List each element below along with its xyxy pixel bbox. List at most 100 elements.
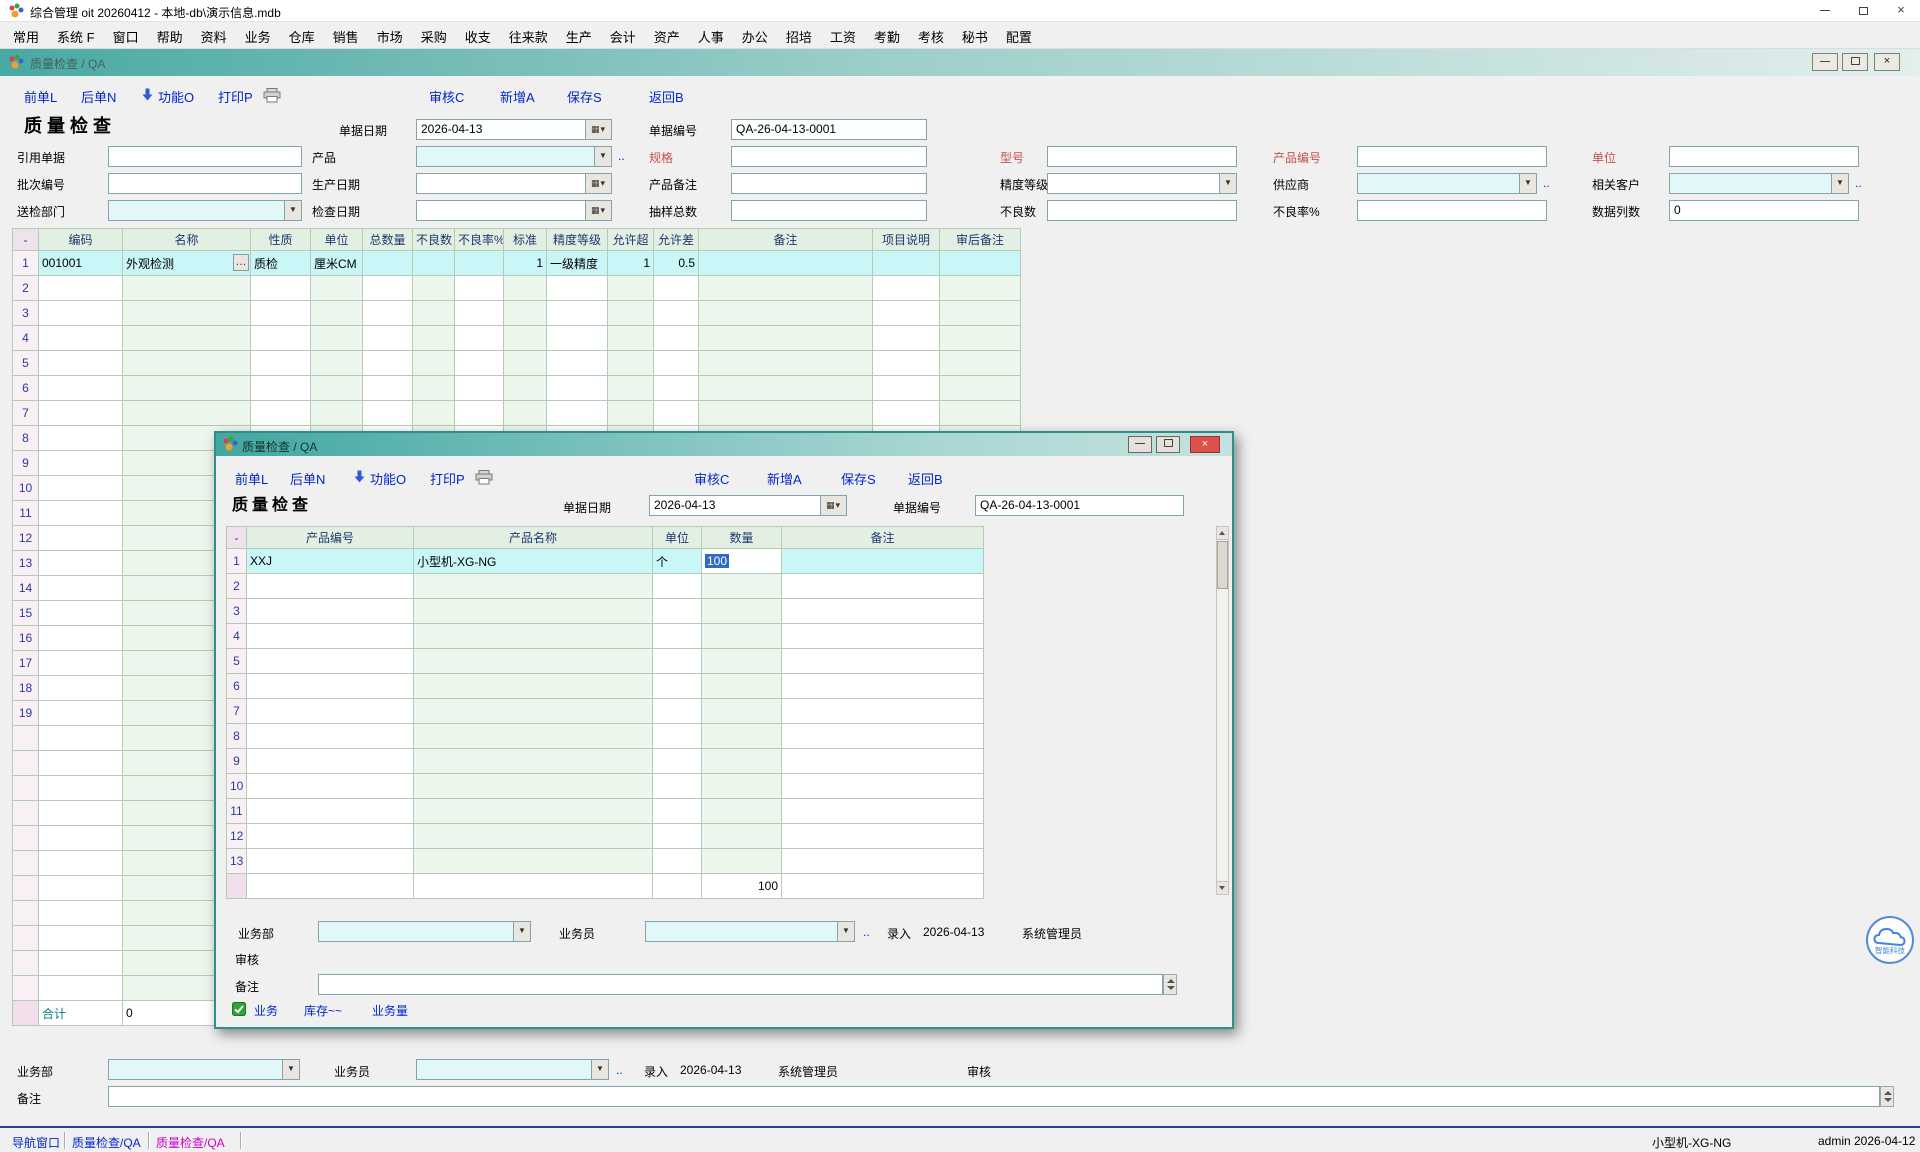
grid-cell[interactable] [940, 351, 1021, 376]
grid-cell[interactable] [39, 476, 123, 501]
grid-cell[interactable] [699, 276, 873, 301]
audit-button[interactable]: 审核C [429, 87, 464, 106]
grid-cell[interactable] [654, 351, 699, 376]
grid-row-number[interactable]: 5 [13, 351, 39, 376]
grid-cell[interactable] [414, 624, 653, 649]
grid-column-header[interactable]: 允许差 [654, 229, 699, 251]
grid-cell[interactable] [702, 574, 782, 599]
grid-cell[interactable] [702, 674, 782, 699]
grid-cell[interactable] [653, 849, 702, 874]
grid-cell[interactable] [39, 326, 123, 351]
product-lookup-link[interactable]: .. [618, 149, 625, 163]
grid-cell[interactable] [653, 774, 702, 799]
calendar-dropdown-icon[interactable]: ▦▾ [585, 201, 611, 220]
grid-cell[interactable] [782, 649, 984, 674]
popup-minimize-button[interactable] [1128, 436, 1152, 453]
menu-item[interactable]: 系统 F [48, 22, 104, 51]
grid-cell[interactable] [363, 251, 413, 276]
grid-cell[interactable] [363, 276, 413, 301]
grid-cell[interactable] [251, 401, 311, 426]
menu-item[interactable]: 采购 [412, 22, 456, 51]
grid-cell[interactable] [782, 849, 984, 874]
menu-item[interactable]: 销售 [324, 22, 368, 51]
grid-cell[interactable] [702, 724, 782, 749]
grid-cell[interactable] [608, 326, 654, 351]
grid-cell[interactable] [782, 799, 984, 824]
add-button[interactable]: 新增A [500, 87, 535, 106]
grid-cell[interactable]: 一级精度 [547, 251, 608, 276]
grid-column-header[interactable]: 允许超 [608, 229, 654, 251]
grid-cell[interactable] [311, 326, 363, 351]
grid-cell[interactable] [39, 976, 123, 1001]
grid-column-header[interactable]: 总数量 [363, 229, 413, 251]
grid-cell[interactable] [702, 774, 782, 799]
grid-cell[interactable] [782, 749, 984, 774]
grid-cell[interactable] [39, 776, 123, 801]
grid-cell[interactable]: 0.5 [654, 251, 699, 276]
grid-cell[interactable] [653, 749, 702, 774]
grid-column-header[interactable]: 产品名称 [414, 527, 653, 549]
grid-cell[interactable] [251, 326, 311, 351]
grid-row-number[interactable]: 16 [13, 626, 39, 651]
grid-cell[interactable] [311, 301, 363, 326]
grid-cell[interactable] [653, 724, 702, 749]
grid-cell[interactable] [702, 849, 782, 874]
grid-cell[interactable] [653, 599, 702, 624]
grid-cell[interactable] [414, 799, 653, 824]
data-cols-input[interactable]: 0 [1669, 200, 1859, 221]
supplier-select[interactable]: ▼ [1357, 173, 1537, 194]
grid-cell[interactable] [413, 401, 455, 426]
doc-date-input[interactable]: 2026-04-13▦▾ [416, 119, 612, 140]
grid-cell[interactable] [699, 301, 873, 326]
grid-row-number[interactable]: 6 [227, 674, 247, 699]
grid-cell[interactable] [39, 401, 123, 426]
grid-cell[interactable] [247, 824, 414, 849]
mdi-restore-button[interactable] [1842, 53, 1868, 71]
popup-save-button[interactable]: 保存S [841, 469, 876, 488]
grid-cell[interactable] [414, 849, 653, 874]
grid-cell[interactable] [311, 401, 363, 426]
grid-row-number[interactable]: 1 [13, 251, 39, 276]
business-link[interactable]: 业务 [254, 1002, 278, 1019]
printer-icon[interactable] [475, 470, 493, 488]
menu-item[interactable]: 收支 [456, 22, 500, 51]
grid-cell[interactable]: 质检 [251, 251, 311, 276]
grid-row-number[interactable] [13, 976, 39, 1001]
grid-cell[interactable] [413, 326, 455, 351]
grid-cell[interactable] [653, 624, 702, 649]
sample-total-input[interactable] [731, 200, 927, 221]
grid-cell[interactable] [39, 676, 123, 701]
grid-column-header[interactable]: 标准 [504, 229, 547, 251]
mdi-close-button[interactable]: × [1874, 53, 1900, 71]
popup-business-dept-select[interactable]: ▼ [318, 921, 531, 942]
grid-cell[interactable] [123, 301, 251, 326]
grid-cell[interactable] [39, 501, 123, 526]
prev-doc-button[interactable]: 前单L [24, 87, 57, 106]
grid-column-header[interactable]: 单位 [653, 527, 702, 549]
note-input[interactable] [108, 1086, 1880, 1107]
grid-cell[interactable] [504, 301, 547, 326]
window-titlebar[interactable]: 综合管理 oit 20260412 - 本地-db\演示信息.mdb × [0, 0, 1920, 22]
product-select[interactable]: ▼ [416, 146, 612, 167]
popup-prev-doc-button[interactable]: 前单L [235, 469, 268, 488]
dropdown-arrow-icon[interactable]: ▼ [594, 147, 611, 166]
grid-cell[interactable] [413, 351, 455, 376]
grid-column-header[interactable]: 名称 [123, 229, 251, 251]
grid-cell[interactable] [547, 351, 608, 376]
grid-row-number[interactable]: 10 [13, 476, 39, 501]
grid-cell[interactable] [363, 376, 413, 401]
grid-row-number[interactable]: 18 [13, 676, 39, 701]
dropdown-arrow-icon[interactable]: ▼ [1831, 174, 1848, 193]
grid-cell[interactable] [414, 774, 653, 799]
grid-cell[interactable] [247, 599, 414, 624]
grid-cell[interactable] [39, 601, 123, 626]
precision-select[interactable]: ▼ [1047, 173, 1237, 194]
grid-cell[interactable] [39, 901, 123, 926]
menu-item[interactable]: 考核 [909, 22, 953, 51]
grid-cell[interactable] [251, 301, 311, 326]
save-button[interactable]: 保存S [567, 87, 602, 106]
grid-column-header[interactable]: 不良率% [455, 229, 504, 251]
menu-item[interactable]: 人事 [689, 22, 733, 51]
grid-cell[interactable] [653, 574, 702, 599]
grid-cell[interactable] [504, 401, 547, 426]
